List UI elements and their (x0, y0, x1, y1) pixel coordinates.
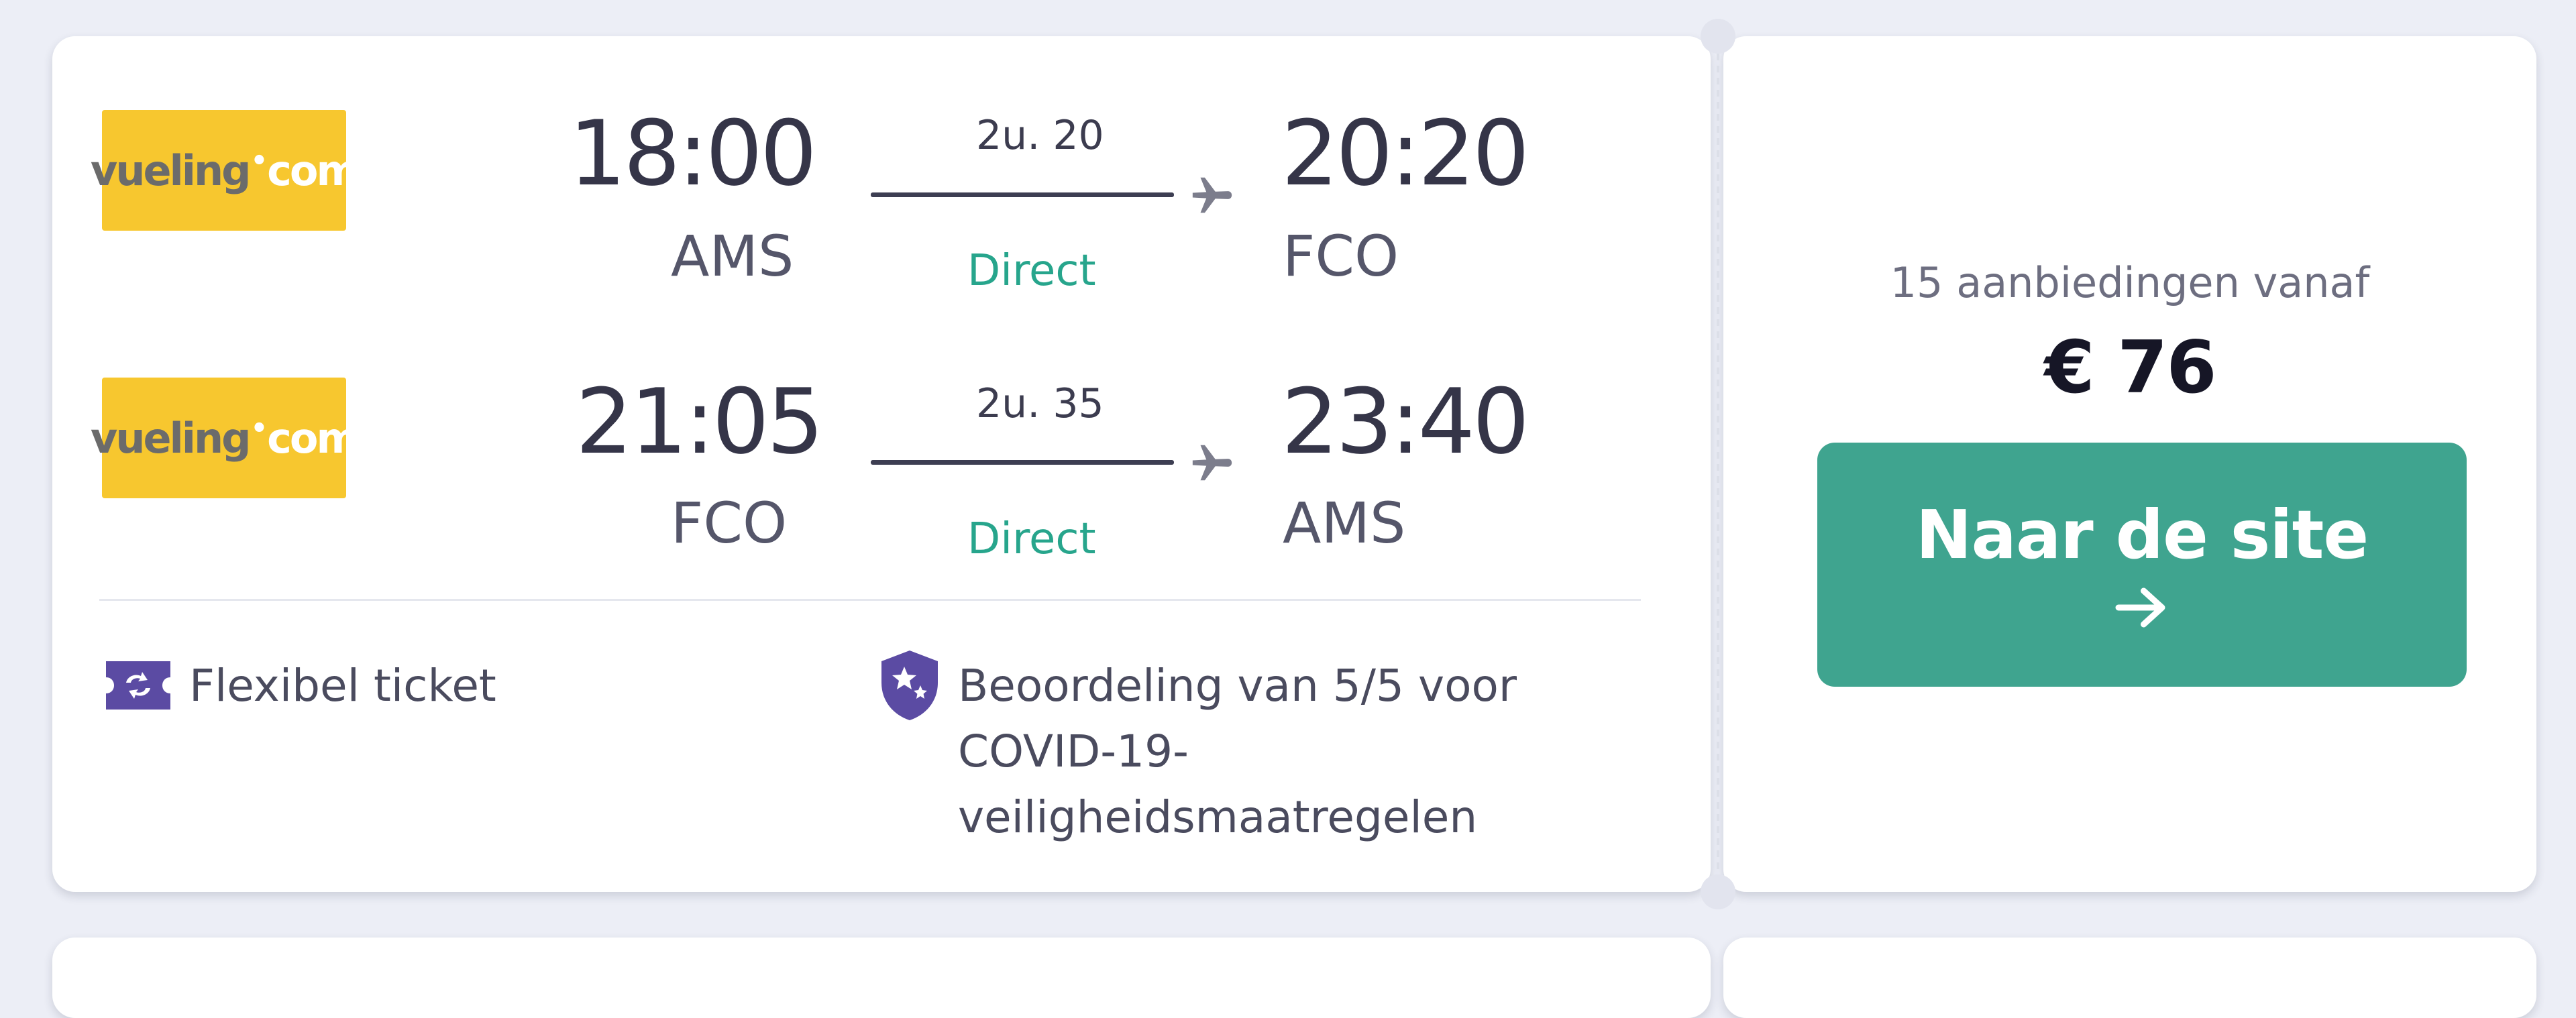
arrive-airport: AMS (1283, 490, 1406, 556)
arrive-airport: FCO (1283, 223, 1399, 289)
covid-rating-line2: COVID-19- (958, 726, 1189, 777)
airline-logo: vueling • com (91, 378, 360, 498)
airline-logo-suffix: com (267, 413, 360, 463)
ticket-notch-bottom (1701, 874, 1735, 909)
route-line (871, 460, 1174, 465)
ticket-notch-top (1701, 19, 1735, 54)
arrow-right-icon (2115, 587, 2165, 628)
depart-time: 21:05 (576, 370, 824, 474)
flight-duration: 2u. 35 (976, 380, 1104, 427)
shield-star-icon (881, 651, 938, 720)
plane-icon (1192, 177, 1232, 213)
route-line (871, 192, 1174, 197)
offers-count-caption: 15 aanbiedingen vanaf (1890, 258, 2370, 307)
flexible-ticket-label: Flexibel ticket (189, 660, 496, 712)
price: € 76 (2044, 326, 2216, 410)
airline-logo-text: vueling (90, 413, 252, 463)
arrive-time: 20:20 (1281, 101, 1529, 206)
covid-rating-line3: veiligheidsmaatregelen (958, 791, 1478, 843)
airline-logo: vueling • com (91, 110, 360, 231)
airline-logo-dot: • (250, 146, 268, 176)
depart-time: 18:00 (569, 101, 817, 206)
go-to-site-label: Naar de site (1915, 496, 2369, 574)
flight-duration: 2u. 20 (976, 112, 1104, 159)
next-offer-card (1723, 938, 2536, 1018)
plane-icon (1192, 445, 1232, 481)
stops-label: Direct (967, 514, 1096, 564)
depart-airport: AMS (671, 223, 794, 289)
flexible-ticket-icon (106, 661, 170, 710)
airline-logo-dot: • (250, 413, 268, 444)
next-result-card[interactable] (52, 938, 1711, 1018)
go-to-site-button[interactable]: Naar de site (1817, 443, 2467, 687)
stops-label: Direct (967, 246, 1096, 296)
section-divider (99, 599, 1641, 601)
airline-logo-suffix: com (267, 146, 360, 195)
covid-rating-line1: Beoordeling van 5/5 voor (958, 660, 1517, 712)
arrive-time: 23:40 (1281, 370, 1529, 474)
ticket-perforation (1717, 54, 1719, 874)
airline-logo-text: vueling (90, 146, 252, 195)
depart-airport: FCO (671, 490, 788, 556)
